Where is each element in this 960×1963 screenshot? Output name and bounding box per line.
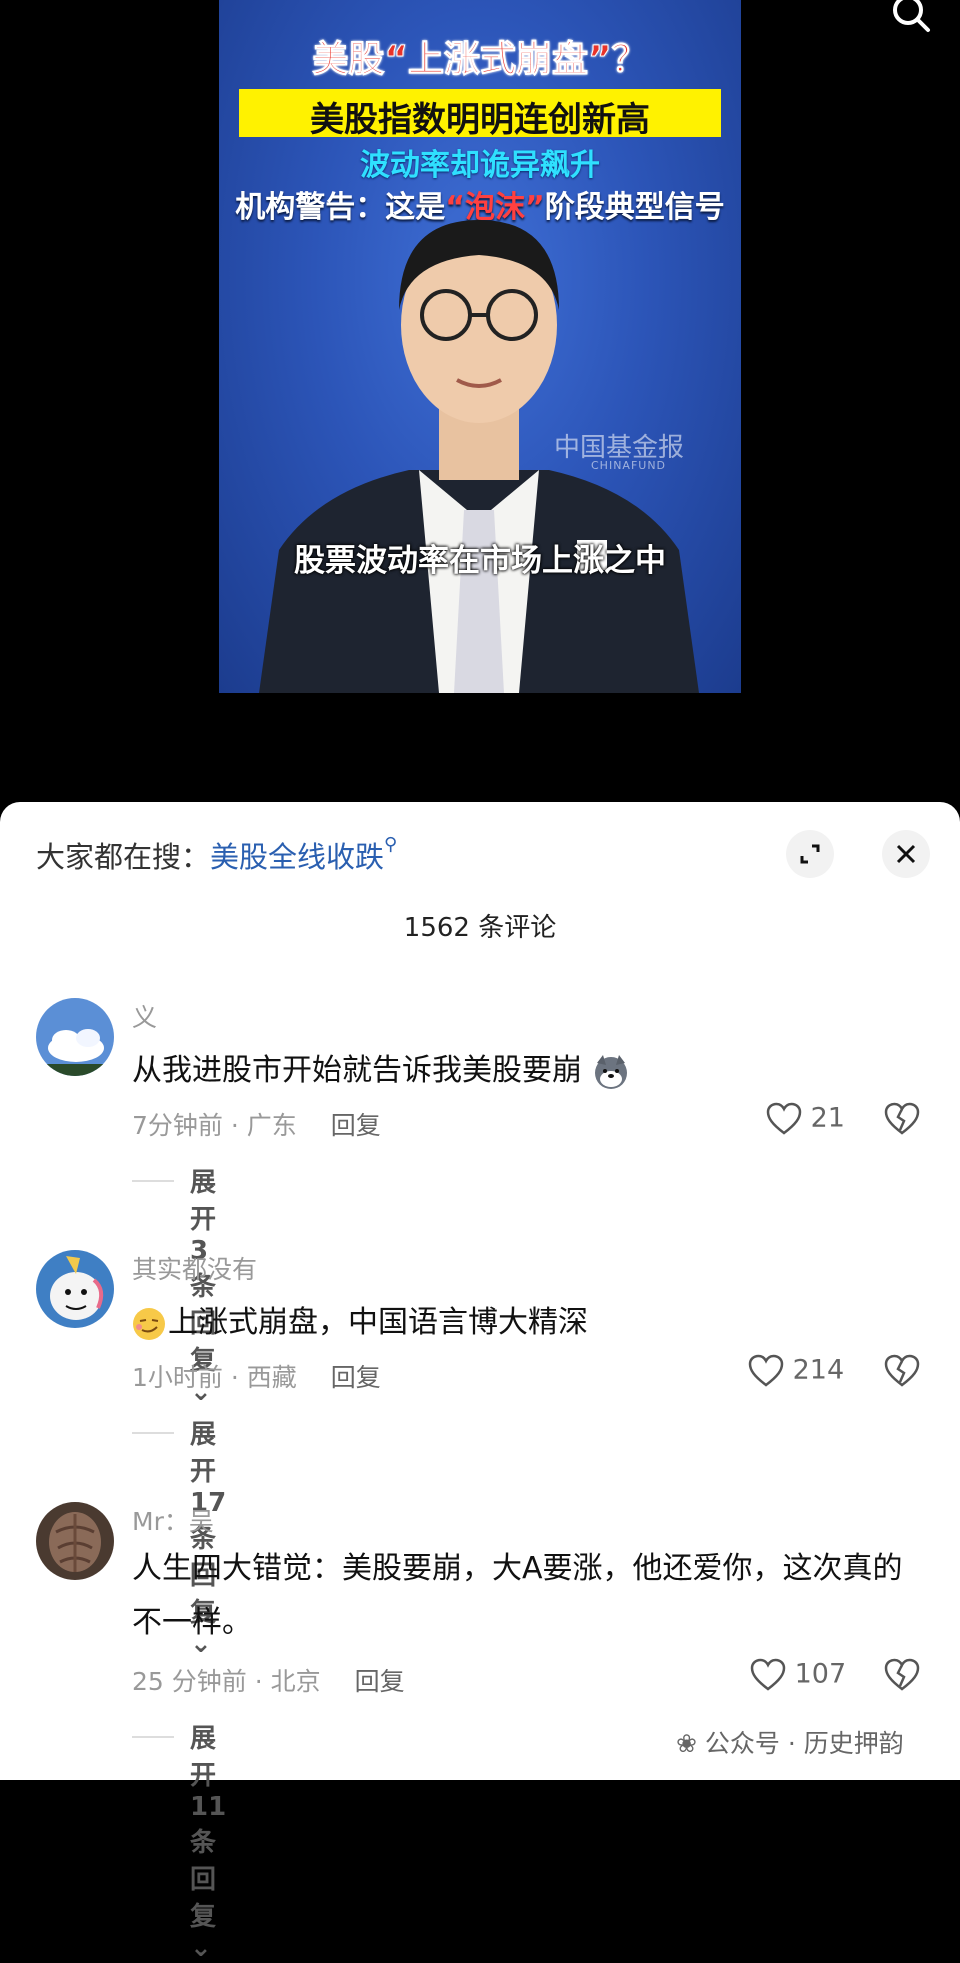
expand-replies-label: 展开 11 条回复 (190, 1724, 227, 1932)
dislike-button[interactable] (884, 1102, 920, 1140)
expand-divider (132, 1180, 174, 1182)
avatar[interactable] (36, 998, 114, 1076)
avatar[interactable] (36, 1250, 114, 1328)
search-icon (893, 0, 930, 32)
comment-username[interactable]: Mr：吴 (132, 1502, 214, 1538)
smirk-emoji-icon (133, 1307, 165, 1340)
expand-divider (132, 1432, 174, 1434)
hot-search-label: 大家都在搜： (36, 840, 211, 874)
hot-search-bar[interactable]: 大家都在搜：美股全线收跌⚲ (36, 834, 397, 876)
comment-text-body: 上涨式崩盘，中国语言博大精深 (168, 1305, 588, 1340)
footer-watermark-text: 公众号 · 历史押韵 (704, 1729, 904, 1758)
close-icon (896, 844, 916, 864)
broken-heart-icon (884, 1354, 920, 1387)
comment-text: 上涨式崩盘，中国语言博大精深 (130, 1296, 920, 1350)
comment-text: 人生四大错觉：美股要崩，大A要涨，他还爱你，这次真的不一样。 (132, 1551, 903, 1640)
search-icon: ⚲ (384, 834, 398, 855)
comment-count: 1562 条评论 (403, 913, 557, 943)
expand-icon (800, 844, 820, 864)
like-button[interactable]: 107 (750, 1658, 846, 1692)
avatar-image (36, 1502, 114, 1580)
reply-button[interactable]: 回复 (355, 1667, 405, 1696)
comment-time-location: 25 分钟前 · 北京 (132, 1667, 321, 1696)
comment-text-body: 从我进股市开始就告诉我美股要崩 (132, 1053, 582, 1088)
dislike-button[interactable] (884, 1354, 920, 1392)
reply-button[interactable]: 回复 (331, 1111, 381, 1140)
comment-text: 从我进股市开始就告诉我美股要崩 (132, 1044, 922, 1098)
comment-time-location: 7分钟前 · 广东 (132, 1111, 297, 1140)
broken-heart-icon (884, 1658, 920, 1691)
like-count: 214 (792, 1354, 845, 1386)
avatar-image (36, 1250, 114, 1328)
like-button[interactable]: 21 (766, 1102, 845, 1136)
heart-icon (750, 1658, 786, 1691)
video-subtitle: 股票波动率在市场上涨之中 (294, 543, 666, 579)
comment-meta: 7分钟前 · 广东 回复 (132, 1106, 381, 1142)
heart-icon (748, 1354, 784, 1387)
comments-sheet: 大家都在搜：美股全线收跌⚲ 1562 条评论 义 从我进股市开始就告诉我美股要崩 (0, 802, 960, 1963)
comment-username[interactable]: 义 (132, 998, 157, 1034)
channel-watermark-sub: CHINAFUND (591, 459, 667, 472)
like-button[interactable]: 214 (748, 1354, 844, 1388)
expand-button[interactable] (786, 830, 834, 878)
video-frame: 美股“上涨式崩盘”？ 美股指数明明连创新高 波动率却诡异飙升 机构警告：这是“泡… (219, 0, 741, 693)
wechat-icon: ❀ (676, 1729, 705, 1758)
broken-heart-icon (884, 1102, 920, 1135)
chevron-down-icon: ⌄ (190, 1933, 212, 1963)
dislike-button[interactable] (884, 1658, 920, 1696)
close-button[interactable] (882, 830, 930, 878)
avatar[interactable] (36, 1502, 114, 1580)
video-headline-3: 波动率却诡异飙升 (360, 148, 600, 183)
husky-emoji-icon (594, 1054, 627, 1089)
video-headline-1: 美股“上涨式崩盘”？ (312, 39, 648, 81)
reply-button[interactable]: 回复 (331, 1363, 381, 1392)
comment-username[interactable]: 其实都没有 (132, 1250, 257, 1286)
comment-time-location: 1小时前 · 西藏 (132, 1363, 297, 1392)
video-player[interactable]: 美股“上涨式崩盘”？ 美股指数明明连创新高 波动率却诡异飙升 机构警告：这是“泡… (0, 0, 960, 802)
expand-divider (132, 1736, 174, 1738)
hot-search-link[interactable]: 美股全线收跌 (210, 840, 384, 874)
search-button[interactable] (888, 0, 934, 34)
like-count: 107 (794, 1658, 847, 1690)
avatar-image (36, 998, 114, 1076)
footer-watermark: ❀ 公众号 · 历史押韵 (676, 1724, 904, 1760)
comment-meta: 25 分钟前 · 北京 回复 (132, 1662, 405, 1698)
comment-meta: 1小时前 · 西藏 回复 (132, 1358, 381, 1394)
like-count: 21 (810, 1102, 845, 1134)
heart-icon (766, 1102, 802, 1135)
video-headline-2: 美股指数明明连创新高 (310, 100, 650, 140)
